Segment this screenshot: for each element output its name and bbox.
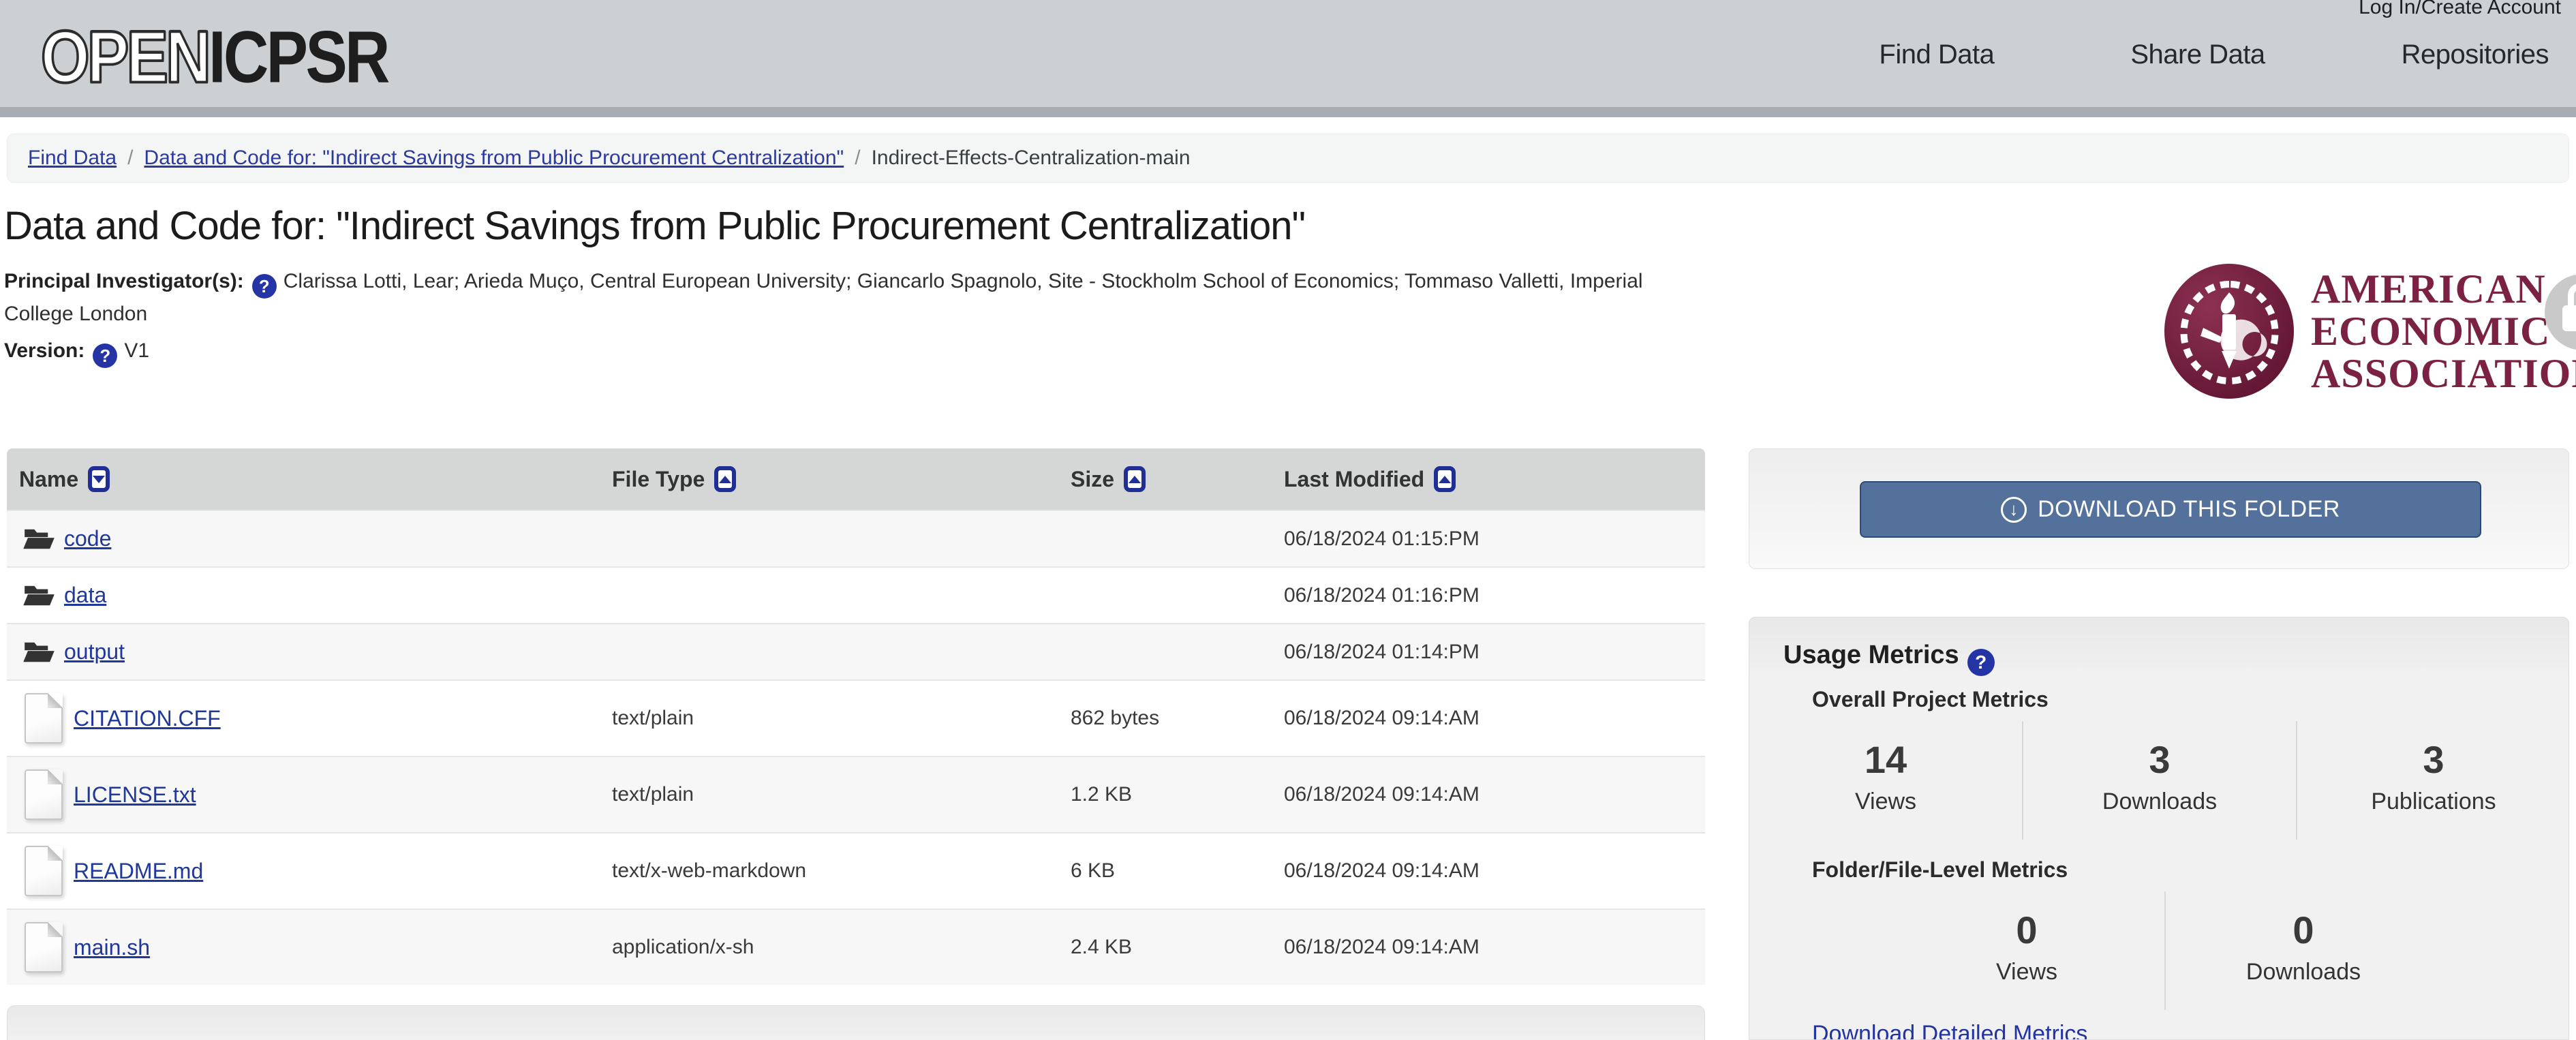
folder-icon — [23, 583, 55, 608]
file-icon — [25, 846, 63, 896]
table-row: data 06/18/2024 01:16:PM — [7, 566, 1705, 623]
nav-repositories[interactable]: Repositories — [2402, 40, 2549, 70]
sort-asc-icon[interactable] — [1434, 466, 1456, 492]
file-link[interactable]: LICENSE.txt — [74, 782, 196, 808]
metric-folder-downloads: 0 Downloads — [2164, 891, 2441, 1010]
nav-share-data[interactable]: Share Data — [2130, 40, 2265, 70]
overall-metrics-heading: Overall Project Metrics — [1812, 687, 2049, 712]
usage-metrics-card: Usage Metrics Overall Project Metrics 14… — [1749, 617, 2569, 1040]
breadcrumb-project-link[interactable]: Data and Code for: "Indirect Savings fro… — [144, 147, 844, 170]
metric-folder-views: 0 Views — [1889, 891, 2164, 1010]
download-this-folder-button[interactable]: DOWNLOAD THIS FOLDER — [1860, 481, 2481, 538]
download-detailed-metrics-link[interactable]: Download Detailed Metrics — [1812, 1021, 2087, 1040]
header-divider — [0, 107, 2576, 117]
column-header-name[interactable]: Name — [7, 466, 600, 492]
table-row: main.sh application/x-sh 2.4 KB 06/18/20… — [7, 908, 1705, 985]
file-icon — [25, 693, 63, 744]
file-link[interactable]: main.sh — [74, 935, 150, 960]
column-header-file-type[interactable]: File Type — [600, 466, 1058, 492]
table-row: code 06/18/2024 01:15:PM — [7, 510, 1705, 566]
column-header-last-modified[interactable]: Last Modified — [1272, 466, 1705, 492]
nav-find-data[interactable]: Find Data — [1879, 40, 1994, 70]
column-header-size[interactable]: Size — [1058, 466, 1272, 492]
aea-logo: AMERICAN ECONOMIC ASSOCIATION — [2162, 262, 2576, 406]
login-create-account-link[interactable]: Log In/Create Account — [2359, 0, 2561, 19]
sort-asc-icon[interactable] — [1124, 466, 1146, 492]
download-icon — [2001, 497, 2027, 523]
openicpsr-logo[interactable]: OPENICPSR — [41, 15, 388, 100]
metric-views: 14 Views — [1749, 721, 2022, 840]
sort-desc-icon[interactable] — [88, 466, 110, 492]
file-icon — [25, 769, 63, 820]
help-icon[interactable] — [93, 343, 117, 368]
aea-wordmark: AMERICAN ECONOMIC ASSOCIATION — [2311, 268, 2576, 395]
breadcrumb-find-data[interactable]: Find Data — [28, 147, 117, 170]
folder-link[interactable]: code — [64, 526, 111, 551]
help-icon[interactable] — [252, 274, 277, 299]
download-card: DOWNLOAD THIS FOLDER — [1749, 448, 2569, 569]
site-header: OPENICPSR Log In/Create Account Find Dat… — [0, 0, 2576, 107]
breadcrumb-separator: / — [855, 147, 860, 170]
table-row: LICENSE.txt text/plain 1.2 KB 06/18/2024… — [7, 756, 1705, 832]
page-title: Data and Code for: "Indirect Savings fro… — [4, 203, 1305, 249]
folder-metrics-row: 0 Views 0 Downloads — [1889, 891, 2441, 1010]
folder-metrics-heading: Folder/File-Level Metrics — [1812, 857, 2068, 883]
file-table: Name File Type Size Last Modified code — [7, 448, 1705, 985]
file-link[interactable]: README.md — [74, 859, 203, 884]
logo-open-text: OPEN — [41, 16, 209, 98]
folder-link[interactable]: output — [64, 639, 125, 664]
table-row: output 06/18/2024 01:14:PM — [7, 623, 1705, 679]
version-value: V1 — [124, 339, 149, 362]
principal-investigators: Principal Investigator(s):Clarissa Lotti… — [4, 266, 1694, 330]
pi-label: Principal Investigator(s): — [4, 270, 244, 292]
metric-publications: 3 Publications — [2296, 721, 2569, 840]
pi-names: Clarissa Lotti, Lear; Arieda Muço, Centr… — [4, 270, 1643, 325]
file-icon — [25, 922, 63, 973]
aea-line3: ASSOCIATION — [2311, 352, 2576, 395]
aea-line2: ECONOMIC — [2311, 310, 2576, 352]
version-row: Version: V1 — [4, 339, 149, 368]
overall-metrics-row: 14 Views 3 Downloads 3 Publications — [1749, 721, 2569, 840]
next-section-panel — [7, 1005, 1705, 1040]
main-nav: Find Data Share Data Repositories — [1879, 40, 2549, 70]
folder-icon — [23, 527, 55, 551]
file-table-header: Name File Type Size Last Modified — [7, 448, 1705, 510]
breadcrumb: Find Data / Data and Code for: "Indirect… — [7, 134, 2569, 183]
table-row: README.md text/x-web-markdown 6 KB 06/18… — [7, 832, 1705, 908]
aea-seal-icon — [2162, 262, 2296, 400]
metric-downloads: 3 Downloads — [2022, 721, 2296, 840]
table-row: CITATION.CFF text/plain 862 bytes 06/18/… — [7, 679, 1705, 756]
sort-asc-icon[interactable] — [714, 466, 736, 492]
aea-line1: AMERICAN — [2311, 268, 2576, 310]
page: OPENICPSR Log In/Create Account Find Dat… — [0, 0, 2576, 1040]
version-label: Version: — [4, 339, 85, 362]
breadcrumb-separator: / — [127, 147, 133, 170]
logo-icpsr-text: ICPSR — [209, 16, 388, 98]
breadcrumb-current: Indirect-Effects-Centralization-main — [872, 147, 1191, 170]
folder-link[interactable]: data — [64, 583, 106, 608]
file-link[interactable]: CITATION.CFF — [74, 706, 221, 731]
help-icon[interactable] — [1967, 649, 1995, 676]
folder-icon — [23, 640, 55, 664]
usage-metrics-title: Usage Metrics — [1783, 641, 2002, 676]
